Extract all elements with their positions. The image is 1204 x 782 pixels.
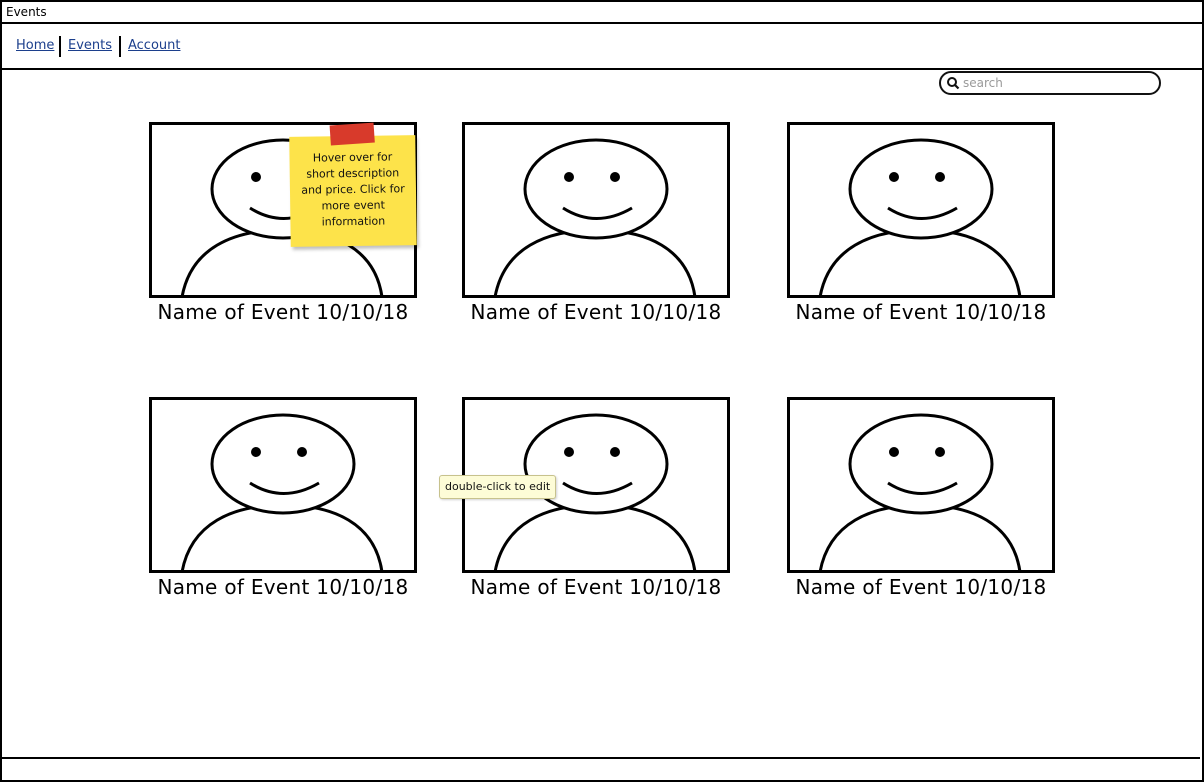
event-card[interactable]: Name of Event 10/10/18 bbox=[787, 122, 1055, 327]
window-title: Events bbox=[6, 5, 47, 19]
event-card[interactable]: Name of Event 10/10/18 bbox=[149, 397, 417, 602]
tooltip: double-click to edit bbox=[439, 475, 557, 499]
event-card[interactable]: Name of Event 10/10/18 bbox=[787, 397, 1055, 602]
event-name-date: Name of Event 10/10/18 bbox=[470, 575, 722, 599]
event-name-date: Name of Event 10/10/18 bbox=[795, 575, 1047, 599]
event-image-placeholder bbox=[149, 397, 417, 573]
event-image-placeholder bbox=[787, 122, 1055, 298]
event-name-date: Name of Event 10/10/18 bbox=[795, 300, 1047, 324]
nav-bar: Home Events Account bbox=[2, 24, 1202, 70]
nav-link-events[interactable]: Events bbox=[68, 38, 112, 53]
event-image-placeholder bbox=[462, 122, 730, 298]
nav-link-account[interactable]: Account bbox=[128, 38, 181, 53]
sticky-note: Hover over for short description and pri… bbox=[289, 122, 417, 247]
event-name-date: Name of Event 10/10/18 bbox=[470, 300, 722, 324]
event-card[interactable]: Name of Event 10/10/18 bbox=[462, 122, 730, 327]
tooltip-text: double-click to edit bbox=[445, 480, 551, 493]
event-image-placeholder bbox=[787, 397, 1055, 573]
event-card[interactable]: Name of Event 10/10/18 bbox=[462, 397, 730, 602]
nav-link-home[interactable]: Home bbox=[16, 38, 54, 53]
title-bar: Events bbox=[2, 2, 1202, 24]
sticky-note-text: Hover over for short description and pri… bbox=[301, 150, 405, 229]
event-name-date: Name of Event 10/10/18 bbox=[157, 575, 409, 599]
window-frame: Events Home Events Account bbox=[0, 0, 1204, 782]
search-input[interactable] bbox=[963, 73, 1153, 93]
event-name-date: Name of Event 10/10/18 bbox=[157, 300, 409, 324]
nav-divider bbox=[59, 36, 61, 57]
search-icon bbox=[947, 77, 960, 90]
sticky-tape bbox=[329, 122, 375, 146]
nav-divider bbox=[119, 36, 121, 57]
search-box[interactable] bbox=[939, 71, 1161, 95]
footer-divider bbox=[0, 757, 1200, 759]
